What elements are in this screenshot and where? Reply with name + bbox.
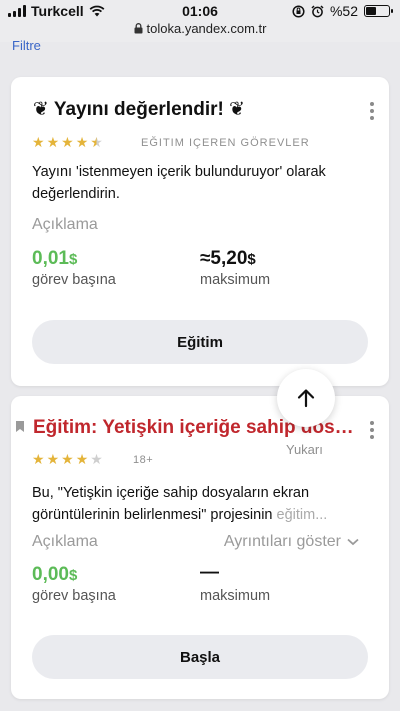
star-icon: ★ bbox=[61, 451, 74, 467]
reward-currency: $ bbox=[68, 567, 78, 584]
task-description: Bu, "Yetişkin içeriğe sahip dosyaların e… bbox=[32, 482, 362, 526]
star-icon: ★ bbox=[90, 451, 103, 467]
star-icon: ★ bbox=[46, 451, 60, 467]
reward-per-task: 0,01$ bbox=[32, 248, 77, 270]
reward-value: 0,01 bbox=[32, 248, 69, 269]
start-button[interactable]: Başla bbox=[32, 635, 368, 679]
training-button[interactable]: Eğitim bbox=[32, 320, 368, 364]
lock-icon bbox=[134, 23, 143, 34]
description-text: Bu, "Yetişkin içeriğe sahip dosyaların e… bbox=[32, 485, 310, 523]
age-badge: 18+ bbox=[133, 454, 154, 466]
max-caption: maksimum bbox=[200, 588, 271, 604]
max-currency: $ bbox=[247, 251, 256, 268]
reward-caption: görev başına bbox=[32, 588, 116, 604]
max-value: ≈5,20 bbox=[200, 248, 248, 269]
arrow-up-icon bbox=[297, 389, 315, 408]
url-text: toloka.yandex.com.tr bbox=[146, 21, 267, 36]
reward-caption: görev başına bbox=[32, 272, 116, 288]
star-icon: ★ bbox=[46, 134, 60, 150]
scroll-up-button[interactable] bbox=[277, 369, 335, 427]
star-icon: ★ bbox=[32, 451, 45, 467]
star-icon: ★ bbox=[32, 134, 45, 150]
task-title: ❦ Yayını değerlendir! ❦ bbox=[33, 99, 246, 120]
show-details-label: Ayrıntıları göster bbox=[223, 533, 341, 550]
task-description: Yayını 'istenmeyen içerik bulunduruyor' … bbox=[32, 164, 326, 202]
battery-icon bbox=[364, 5, 393, 17]
description-label: Açıklama bbox=[32, 533, 98, 550]
max-caption: maksimum bbox=[200, 272, 271, 288]
rating-stars: ★ ★ ★ ★ ★ bbox=[32, 135, 103, 149]
status-bar: Turkcell 01:06 %52 toloka.yandex.com.tr bbox=[0, 0, 400, 42]
reward-value: 0,00 bbox=[32, 564, 69, 585]
description-label: Açıklama bbox=[32, 216, 98, 233]
star-icon: ★ bbox=[75, 134, 89, 150]
more-options-icon[interactable] bbox=[369, 421, 375, 439]
star-icon: ★ bbox=[90, 134, 103, 150]
star-icon: ★ bbox=[61, 134, 74, 150]
reward-currency: $ bbox=[68, 251, 78, 268]
description-fade: eğitim... bbox=[276, 507, 328, 523]
bookmark-icon[interactable] bbox=[16, 421, 24, 432]
scroll-up-label: Yukarı bbox=[286, 442, 323, 457]
chevron-down-icon bbox=[347, 538, 359, 546]
rating-stars: ★ ★ ★ ★ ★ bbox=[32, 452, 103, 466]
task-tag: EĞITIM IÇEREN GÖREVLER bbox=[141, 137, 310, 149]
task-card[interactable]: ❦ Yayını değerlendir! ❦ ★ ★ ★ ★ ★ EĞITIM IÇE… bbox=[11, 77, 389, 386]
orientation-lock-icon bbox=[292, 4, 305, 18]
max-earning: — bbox=[200, 562, 219, 583]
show-details-toggle[interactable]: Ayrıntıları göster bbox=[224, 533, 359, 551]
alarm-icon bbox=[311, 4, 324, 17]
url-bar[interactable]: toloka.yandex.com.tr bbox=[0, 21, 400, 36]
task-card[interactable]: Eğitim: Yetişkin içeriğe sahip dosyal.. … bbox=[11, 396, 389, 699]
star-icon: ★ bbox=[75, 451, 89, 467]
battery-percent: %52 bbox=[329, 3, 358, 19]
filter-link[interactable]: Filtre bbox=[12, 38, 41, 53]
more-options-icon[interactable] bbox=[369, 102, 375, 120]
max-earning: ≈5,20$ bbox=[200, 248, 256, 270]
reward-per-task: 0,00$ bbox=[32, 564, 77, 586]
